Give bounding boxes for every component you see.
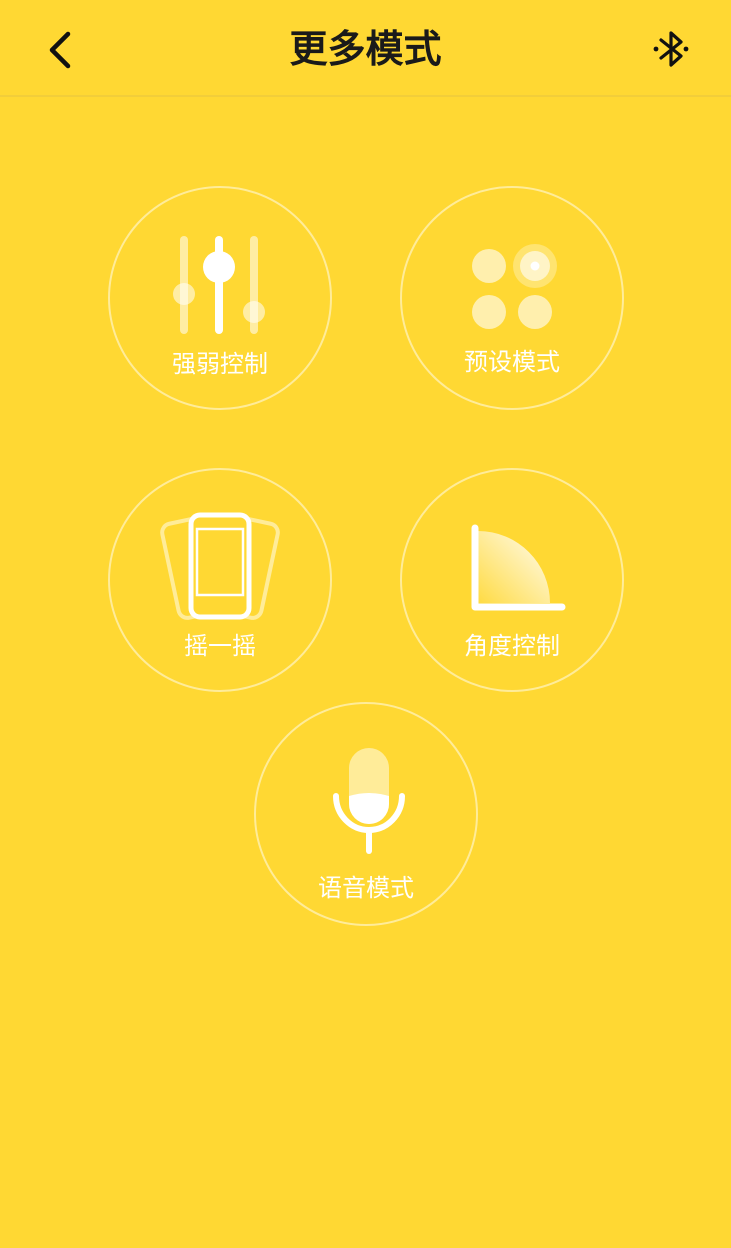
mode-preset[interactable]: 预设模式 [400, 186, 624, 410]
mode-label: 角度控制 [464, 632, 560, 660]
mode-label: 语音模式 [318, 874, 414, 902]
page-title: 更多模式 [289, 27, 442, 71]
mode-shake[interactable]: 摇一摇 [108, 468, 332, 692]
mode-label: 预设模式 [464, 348, 560, 376]
bluetooth-icon[interactable] [648, 26, 694, 72]
mode-intensity-control[interactable]: 强弱控制 [108, 186, 332, 410]
mode-label: 摇一摇 [184, 632, 256, 660]
mode-label: 强弱控制 [172, 350, 268, 378]
mode-voice[interactable]: 语音模式 [254, 702, 478, 926]
mode-angle-control[interactable]: 角度控制 [400, 468, 624, 692]
header-bar: 更多模式 [0, 0, 731, 97]
